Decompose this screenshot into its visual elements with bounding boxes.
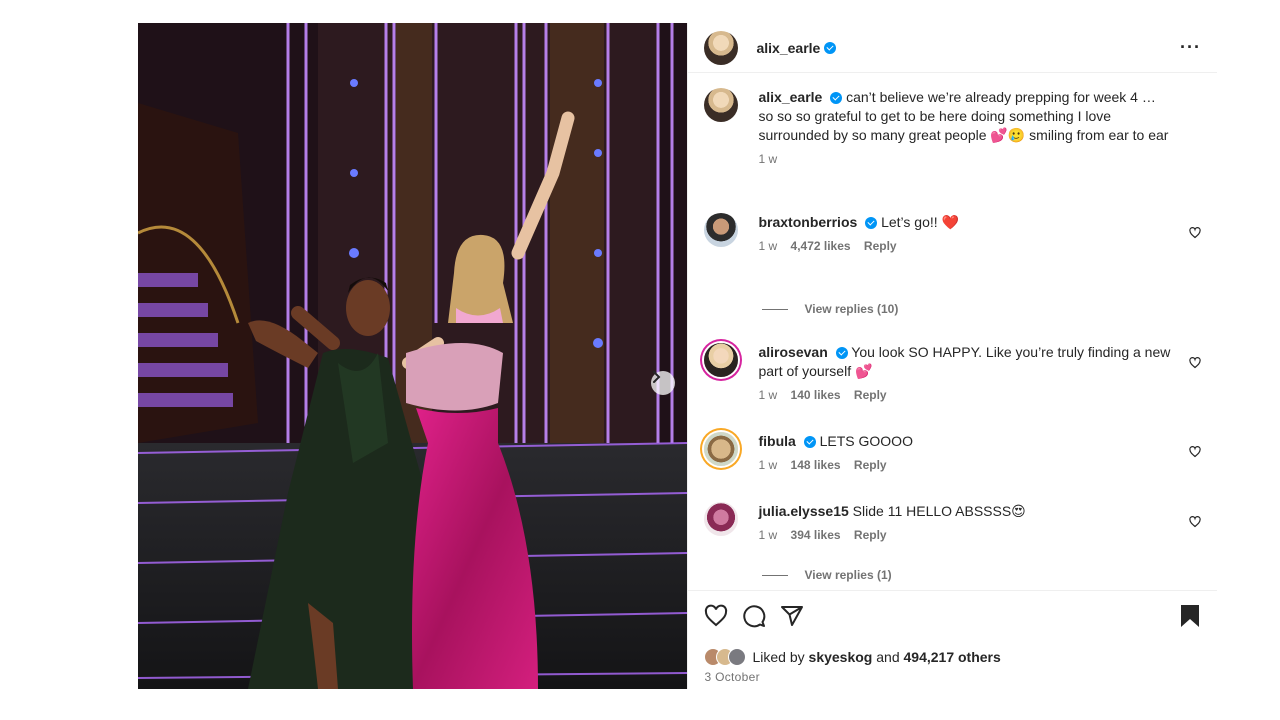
save-button[interactable] [1179,604,1201,633]
bookmark-icon [1181,605,1199,627]
comment-likes-count[interactable]: 148 likes [791,458,841,472]
heart-icon [705,604,728,627]
replies-divider [762,574,789,576]
verified-icon [865,217,878,230]
likes-text: Liked by skyeskog and 494,217 others [752,649,1000,665]
liked-by-others[interactable]: 494,217 others [904,649,1001,665]
comment-time: 1 w [758,458,778,472]
comment-likes-count[interactable]: 140 likes [791,388,841,402]
post-date: 3 October [704,670,760,684]
comment-row: alirosevan You look SO HAPPY. Like you’r… [704,343,1201,405]
action-icons [704,604,804,633]
caption-time: 1 w [758,152,778,166]
share-button[interactable] [780,604,804,633]
comment-body: braxtonberrios Let’s go!! ❤️ 1 w 4,472 l… [758,213,1170,256]
reply-button[interactable]: Reply [854,458,887,472]
comment-row: fibula LETS GOOOO 1 w 148 likes Reply [704,432,1201,475]
view-replies-label: View replies (10) [804,302,899,316]
comment-text: Let’s go!! ❤️ [881,214,959,230]
replies-divider [762,308,789,310]
commenter-avatar[interactable] [704,213,739,247]
author-username-link[interactable]: alix_earle [756,39,837,56]
commenter-username[interactable]: julia.elysse15 [758,503,848,519]
like-button[interactable] [704,604,728,633]
reply-button[interactable]: Reply [854,528,887,542]
commenter-username[interactable]: alirosevan [758,344,827,360]
comment-icon [743,605,766,628]
comments-list[interactable]: alix_earle can’t believe we’re already p… [688,73,1217,589]
comment-body: alirosevan You look SO HAPPY. Like you’r… [758,343,1170,405]
comment-likes-count[interactable]: 394 likes [791,528,841,542]
comment-row: braxtonberrios Let’s go!! ❤️ 1 w 4,472 l… [704,213,1201,256]
reply-button[interactable]: Reply [854,388,887,402]
liked-by-and: and [876,649,900,665]
comment-time: 1 w [758,528,778,542]
comment-body: fibula LETS GOOOO 1 w 148 likes Reply [758,432,1170,475]
verified-icon [803,436,816,449]
next-photo-button[interactable] [651,371,675,395]
author-avatar[interactable] [704,30,739,65]
view-replies-label: View replies (1) [804,568,892,582]
comment-time: 1 w [758,239,778,253]
commenter-avatar[interactable] [704,343,739,377]
verified-icon [830,92,843,105]
caption-author-avatar[interactable] [704,88,739,122]
author-username: alix_earle [756,39,821,56]
like-comment-heart-icon[interactable] [1189,227,1201,239]
more-options-button[interactable]: ··· [1180,37,1201,58]
liked-by-user[interactable]: skyeskog [809,649,873,665]
caption-row: alix_earle can’t believe we’re already p… [704,88,1201,169]
comment-button[interactable] [742,604,766,633]
comment-meta: 1 w 140 likes Reply [758,386,1170,405]
post-photo[interactable] [138,23,688,689]
post-actions: Liked by skyeskog and 494,217 others 3 O… [688,590,1217,690]
post-container: alix_earle ··· alix_earle can’t believe … [138,23,1217,689]
likes-summary[interactable]: Liked by skyeskog and 494,217 others [704,648,1001,666]
comment-text: Slide 11 HELLO ABSSSS😍 [852,503,1026,519]
view-replies-button[interactable]: View replies (1) [762,568,892,582]
verified-icon [824,41,837,54]
caption-body: alix_earle can’t believe we’re already p… [758,88,1170,169]
like-comment-heart-icon[interactable] [1189,446,1201,458]
liker-avatar [728,648,747,666]
photo-illustration [138,23,688,689]
comment-body: julia.elysse15 Slide 11 HELLO ABSSSS😍 1 … [758,502,1170,545]
caption-username[interactable]: alix_earle [758,89,822,105]
verified-icon [835,347,848,360]
comment-meta: 1 w 4,472 likes Reply [758,237,1170,256]
comment-meta: 1 w 148 likes Reply [758,456,1170,475]
view-replies-button[interactable]: View replies (10) [762,302,898,316]
comment-row: julia.elysse15 Slide 11 HELLO ABSSSS😍 1 … [704,502,1201,545]
commenter-avatar[interactable] [704,432,739,466]
chevron-right-icon [653,371,661,383]
post-header: alix_earle ··· [688,23,1217,73]
comment-time: 1 w [758,388,778,402]
like-comment-heart-icon[interactable] [1189,516,1201,528]
reply-button[interactable]: Reply [864,239,897,253]
liked-by-prefix: Liked by [752,649,805,665]
post-side-panel: alix_earle ··· alix_earle can’t believe … [687,23,1217,689]
commenter-avatar[interactable] [704,502,739,536]
commenter-username[interactable]: braxtonberrios [758,214,857,230]
comment-meta: 1 w 394 likes Reply [758,526,1170,545]
share-icon [781,606,804,626]
like-comment-heart-icon[interactable] [1189,357,1201,369]
caption-meta: 1 w [758,150,1170,169]
comment-text: LETS GOOOO [819,433,913,449]
comment-likes-count[interactable]: 4,472 likes [791,239,851,253]
commenter-username[interactable]: fibula [758,433,795,449]
